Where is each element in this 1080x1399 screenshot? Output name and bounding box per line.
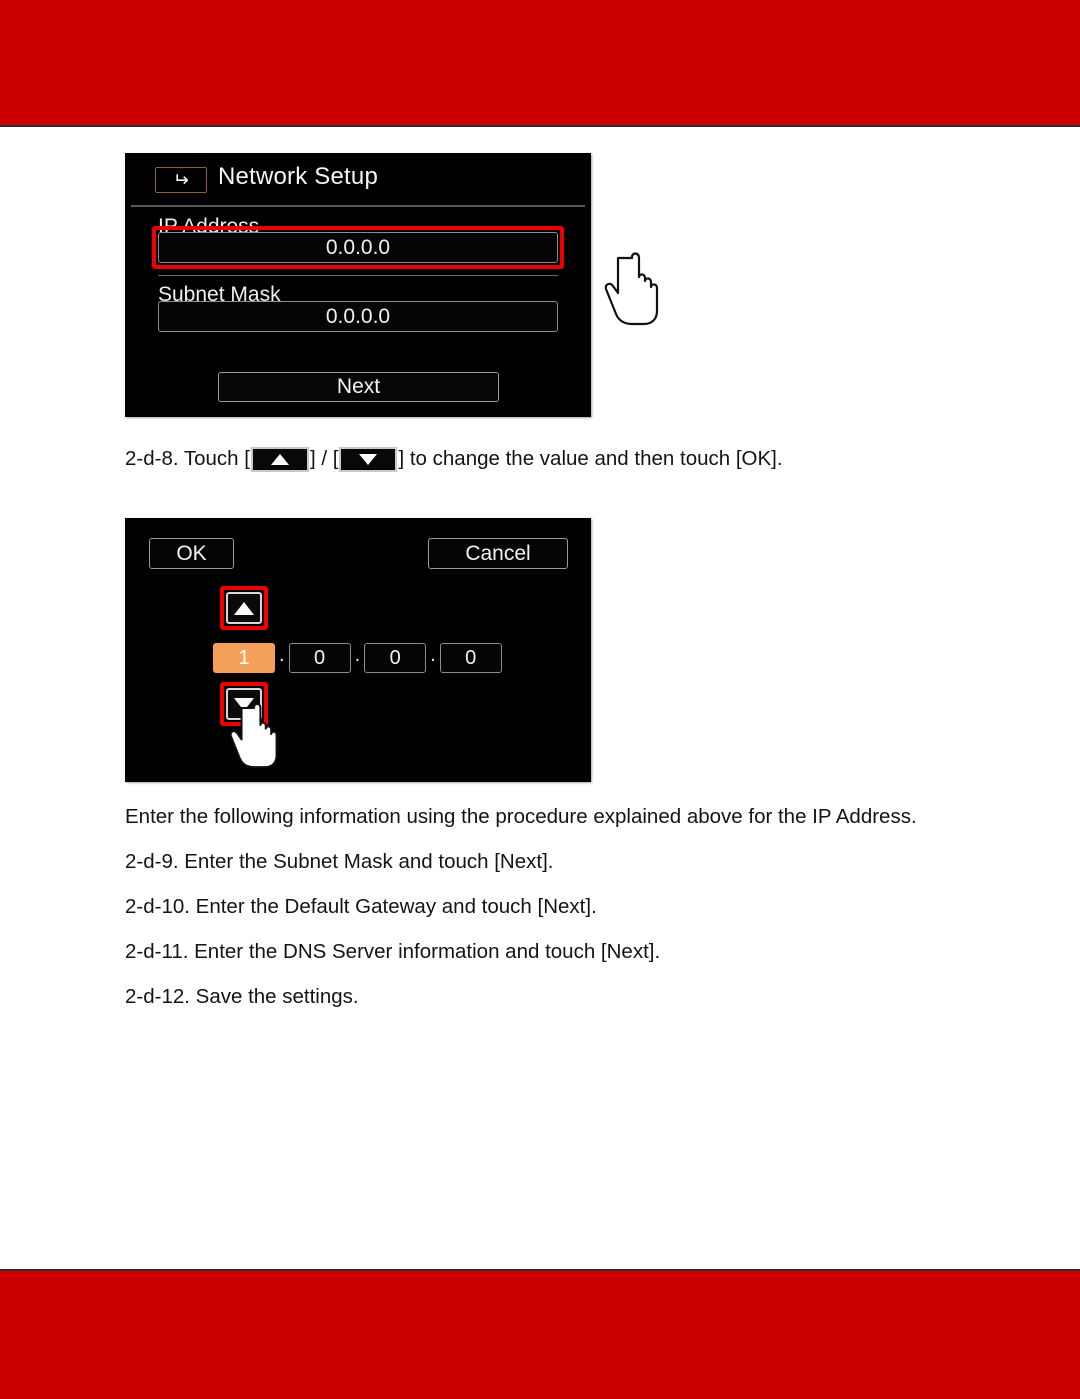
instruction-step-12: 2-d-12. Save the settings. [125,985,359,1008]
digit-field-3[interactable]: 0 [364,643,427,673]
digit-separator-1: . [279,643,285,666]
digit-field-2[interactable]: 0 [288,643,351,673]
top-banner [0,0,1080,127]
ip-address-value[interactable]: 0.0.0.0 [158,232,558,263]
triangle-down-button-icon [339,447,398,472]
value-editor-screenshot: OK Cancel 1 . 0 . 0 . 0 [125,518,591,782]
instruction-intro: Enter the following information using th… [125,805,917,828]
digit-separator-2: . [354,643,361,666]
ip-digit-group: 1 . 0 . 0 . 0 [213,643,502,673]
instruction-step-8: 2-d-8. Touch [ ] / [ ] to change the val… [125,447,783,472]
screen-title: Network Setup [218,163,379,190]
back-arrow-glyph: ↵ [173,168,189,191]
network-setup-screenshot: ↵ Network Setup IP Address 0.0.0.0 Subne… [125,153,659,417]
digit-field-1[interactable]: 1 [213,643,275,673]
field-divider [158,275,558,276]
instruction-step-9: 2-d-9. Enter the Subnet Mask and touch [… [125,850,554,873]
title-divider [131,205,585,207]
page-content: ↵ Network Setup IP Address 0.0.0.0 Subne… [0,125,1080,1269]
cancel-button[interactable]: Cancel [428,538,568,569]
ok-button[interactable]: OK [149,538,234,569]
triangle-up-button-icon [250,447,309,472]
digit-separator-3: . [430,643,436,666]
triangle-up-icon [234,601,254,615]
pointing-hand-cursor [229,703,278,769]
screen-title-bar: ↵ Network Setup [125,153,591,207]
increment-arrow-up-button[interactable] [226,592,262,624]
step-8-middle: ] / [ [309,447,339,471]
digit-field-4[interactable]: 0 [439,643,502,673]
instruction-step-11: 2-d-11. Enter the DNS Server information… [125,940,661,963]
instruction-step-10: 2-d-10. Enter the Default Gateway and to… [125,895,597,918]
next-button[interactable]: Next [218,372,499,402]
step-8-suffix: ] to change the value and then touch [OK… [398,447,783,471]
triangle-down-glyph [359,454,378,465]
triangle-up-glyph [270,454,289,465]
back-arrow-icon[interactable]: ↵ [155,167,207,193]
bottom-banner [0,1269,1080,1399]
pointing-hand-cursor [604,252,659,326]
subnet-mask-value[interactable]: 0.0.0.0 [158,301,558,332]
step-8-prefix: 2-d-8. Touch [ [125,447,250,471]
